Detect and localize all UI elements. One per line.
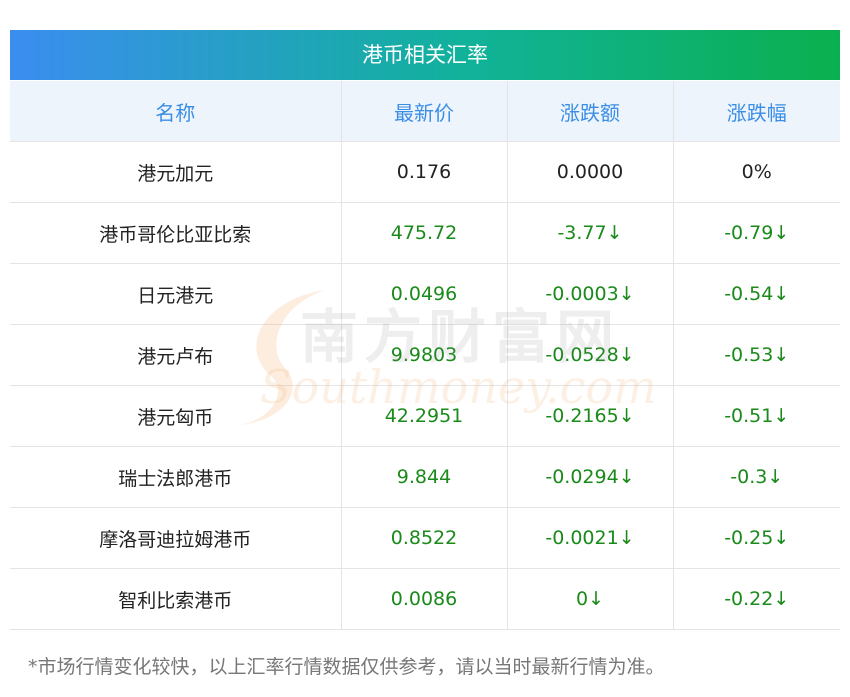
row-name: 港元卢布 — [10, 324, 342, 386]
table-row: 港元匈币 42.2951 -0.2165↓ -0.51↓ — [10, 385, 840, 447]
column-header-change: 涨跌额 — [507, 81, 674, 142]
row-change: 0↓ — [506, 568, 674, 630]
disclaimer-footnote: *市场行情变化较快，以上汇率行情数据仅供参考，请以当时最新行情为准。 — [28, 656, 665, 678]
table-row: 港币哥伦比亚比索 475.72 -3.77↓ -0.79↓ — [10, 202, 840, 264]
row-price: 9.844 — [340, 446, 508, 508]
row-price: 0.0086 — [340, 568, 508, 630]
row-price: 9.9803 — [340, 324, 508, 386]
column-header-price: 最新价 — [341, 81, 508, 142]
row-price: 42.2951 — [340, 385, 508, 447]
header-row: 名称 最新价 涨跌额 涨跌幅 — [10, 81, 840, 142]
row-change: -0.2165↓ — [506, 385, 674, 447]
row-price: 0.176 — [340, 141, 508, 203]
row-name: 港元匈币 — [10, 385, 342, 447]
table-row: 摩洛哥迪拉姆港币 0.8522 -0.0021↓ -0.25↓ — [10, 507, 840, 569]
row-price: 475.72 — [340, 202, 508, 264]
row-change: 0.0000 — [506, 141, 674, 203]
table-row: 瑞士法郎港币 9.844 -0.0294↓ -0.3↓ — [10, 446, 840, 508]
row-change: -0.0021↓ — [506, 507, 674, 569]
row-name: 智利比索港币 — [10, 568, 342, 630]
row-change: -0.0003↓ — [506, 263, 674, 325]
row-price: 0.0496 — [340, 263, 508, 325]
row-name: 摩洛哥迪拉姆港币 — [10, 507, 342, 569]
row-change: -3.77↓ — [506, 202, 674, 264]
row-pct: 0% — [672, 141, 840, 203]
column-header-name: 名称 — [10, 81, 342, 142]
table-row: 港元加元 0.176 0.0000 0% — [10, 141, 840, 203]
row-pct: -0.79↓ — [672, 202, 840, 264]
column-header-pct: 涨跌幅 — [673, 81, 840, 142]
row-pct: -0.54↓ — [672, 263, 840, 325]
row-name: 港币哥伦比亚比索 — [10, 202, 342, 264]
table-row: 智利比索港币 0.0086 0↓ -0.22↓ — [10, 568, 840, 630]
table-row: 日元港元 0.0496 -0.0003↓ -0.54↓ — [10, 263, 840, 325]
row-pct: -0.53↓ — [672, 324, 840, 386]
row-price: 0.8522 — [340, 507, 508, 569]
row-pct: -0.3↓ — [672, 446, 840, 508]
table-title: 港币相关汇率 — [10, 30, 840, 80]
row-change: -0.0528↓ — [506, 324, 674, 386]
page: 港币相关汇率 名称 最新价 涨跌额 涨跌幅 港元加元 0.176 0.0000 … — [0, 0, 850, 697]
table-row: 港元卢布 9.9803 -0.0528↓ -0.53↓ — [10, 324, 840, 386]
row-pct: -0.25↓ — [672, 507, 840, 569]
row-pct: -0.51↓ — [672, 385, 840, 447]
row-change: -0.0294↓ — [506, 446, 674, 508]
row-pct: -0.22↓ — [672, 568, 840, 630]
row-name: 瑞士法郎港币 — [10, 446, 342, 508]
row-name: 港元加元 — [10, 141, 342, 203]
row-name: 日元港元 — [10, 263, 342, 325]
rates-table: 名称 最新价 涨跌额 涨跌幅 港元加元 0.176 0.0000 0% 港币哥伦… — [10, 81, 840, 630]
